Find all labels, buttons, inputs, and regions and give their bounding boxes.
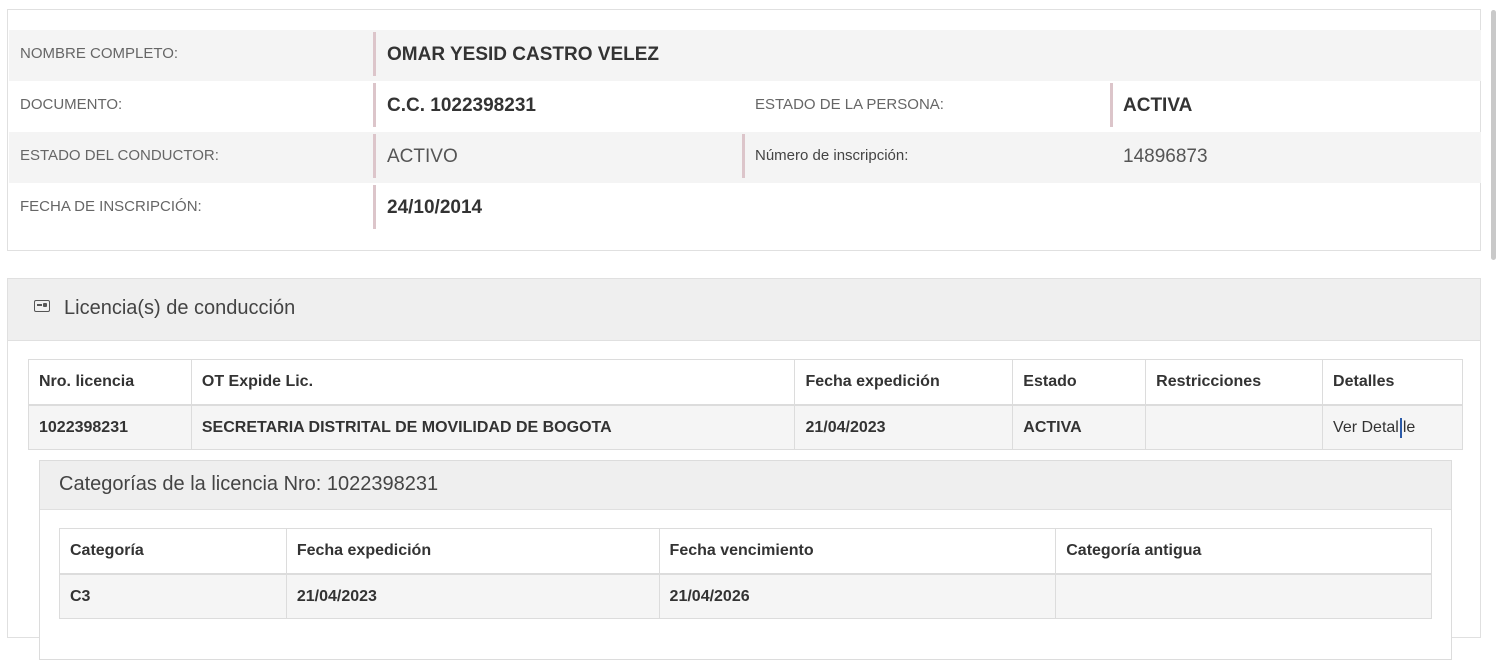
- col-categoria: Categoría: [59, 528, 287, 575]
- fecha-inscripcion-label: FECHA DE INSCRIPCIÓN:: [20, 198, 202, 215]
- divider: [373, 185, 376, 229]
- documento-label: DOCUMENTO:: [20, 96, 123, 113]
- cell-estado: ACTIVA: [1012, 404, 1147, 450]
- cell-categoria-antigua: [1055, 573, 1432, 619]
- cell-nro: 1022398231: [28, 404, 192, 450]
- divider: [373, 32, 376, 76]
- ver-detalle-link[interactable]: Ver Detal le: [1333, 417, 1416, 438]
- row-fecha-inscripcion: FECHA DE INSCRIPCIÓN: 24/10/2014: [9, 183, 1481, 234]
- licencias-title: Licencia(s) de conducción: [64, 297, 296, 319]
- person-info-panel: NOMBRE COMPLETO: OMAR YESID CASTRO VELEZ…: [7, 9, 1481, 251]
- categorias-title: Categorías de la licencia Nro: 102239823…: [59, 473, 439, 495]
- estado-persona-value: ACTIVA: [1123, 95, 1193, 116]
- licencias-panel: Licencia(s) de conducción Nro. licencia …: [7, 278, 1481, 660]
- numero-inscripcion-value: 14896873: [1123, 146, 1208, 167]
- col-nro-licencia: Nro. licencia: [28, 359, 192, 406]
- divider: [373, 134, 376, 178]
- table-header-row: Categoría Fecha expedición Fecha vencimi…: [59, 528, 1432, 575]
- estado-conductor-value: ACTIVO: [387, 146, 458, 167]
- id-card-icon: [34, 300, 50, 312]
- numero-inscripcion-label: Número de inscripción:: [755, 147, 909, 164]
- estado-persona-label: ESTADO DE LA PERSONA:: [755, 96, 944, 113]
- row-nombre: NOMBRE COMPLETO: OMAR YESID CASTRO VELEZ: [9, 30, 1481, 81]
- text-cursor: [1399, 417, 1402, 438]
- categorias-panel: Categorías de la licencia Nro: 102239823…: [39, 460, 1452, 660]
- col-categoria-antigua: Categoría antigua: [1055, 528, 1432, 575]
- divider: [742, 134, 745, 178]
- col-ot-expide: OT Expide Lic.: [190, 359, 796, 406]
- cell-fecha-expedicion: 21/04/2023: [285, 573, 660, 619]
- col-fecha-vencimiento: Fecha vencimiento: [658, 528, 1057, 575]
- cell-fecha-vencimiento: 21/04/2026: [658, 573, 1057, 619]
- documento-value: C.C. 1022398231: [387, 95, 536, 116]
- col-estado: Estado: [1012, 359, 1147, 406]
- vertical-scrollbar[interactable]: [1488, 0, 1505, 616]
- cell-categoria: C3: [59, 573, 287, 619]
- cell-detalles: Ver Detal le: [1322, 404, 1463, 450]
- table-row: 1022398231 SECRETARIA DISTRITAL DE MOVIL…: [28, 404, 1463, 450]
- divider: [1110, 83, 1113, 127]
- categorias-table: Categoría Fecha expedición Fecha vencimi…: [59, 528, 1432, 619]
- licencias-header: Licencia(s) de conducción: [8, 279, 1480, 341]
- col-fecha-expedicion: Fecha expedición: [794, 359, 1014, 406]
- col-restricciones: Restricciones: [1145, 359, 1324, 406]
- ver-detalle-text-a: Ver Detal: [1333, 418, 1399, 436]
- col-fecha-expedicion: Fecha expedición: [285, 528, 660, 575]
- cell-restricciones: [1145, 404, 1324, 450]
- table-row: C3 21/04/2023 21/04/2026: [59, 573, 1432, 619]
- cell-fecha: 21/04/2023: [794, 404, 1014, 450]
- licencias-table: Nro. licencia OT Expide Lic. Fecha exped…: [28, 359, 1463, 450]
- divider: [373, 83, 376, 127]
- estado-conductor-label: ESTADO DEL CONDUCTOR:: [20, 147, 219, 164]
- fecha-inscripcion-value: 24/10/2014: [387, 197, 483, 218]
- nombre-label: NOMBRE COMPLETO:: [20, 45, 179, 62]
- categorias-header: Categorías de la licencia Nro: 102239823…: [40, 461, 1451, 510]
- row-conductor: ESTADO DEL CONDUCTOR: ACTIVO Número de i…: [9, 132, 1481, 183]
- nombre-value: OMAR YESID CASTRO VELEZ: [387, 44, 660, 65]
- scrollbar-thumb[interactable]: [1491, 10, 1496, 260]
- cell-ot: SECRETARIA DISTRITAL DE MOVILIDAD DE BOG…: [190, 404, 796, 450]
- col-detalles: Detalles: [1322, 359, 1463, 406]
- table-header-row: Nro. licencia OT Expide Lic. Fecha exped…: [28, 359, 1463, 406]
- row-documento: DOCUMENTO: C.C. 1022398231 ESTADO DE LA …: [9, 81, 1481, 132]
- ver-detalle-text-b: le: [1402, 418, 1416, 436]
